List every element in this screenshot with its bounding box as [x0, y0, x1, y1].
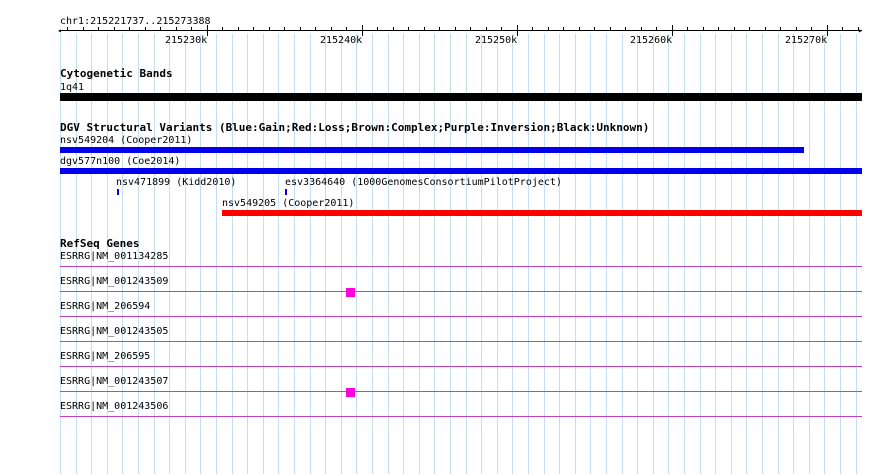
- variant-bar-loss[interactable]: [222, 210, 862, 216]
- ruler-minor-tick: [548, 27, 549, 31]
- gene-model[interactable]: [60, 266, 862, 267]
- ruler-minor-tick: [315, 27, 316, 31]
- track-title-refseq: RefSeq Genes: [60, 237, 140, 250]
- ruler-minor-tick: [625, 27, 626, 31]
- gene-label: ESRRG|NM_001243505: [60, 326, 169, 337]
- gene-label: ESRRG|NM_001243509: [60, 276, 169, 287]
- location-label: chr1:215221737..215273388: [60, 16, 211, 27]
- variant-bar-gain[interactable]: [60, 168, 862, 174]
- ruler-minor-tick: [501, 27, 502, 31]
- gene-exon[interactable]: [346, 288, 355, 297]
- ruler-minor-tick: [300, 27, 301, 31]
- ruler-minor-tick: [377, 27, 378, 31]
- ruler-minor-tick: [424, 27, 425, 31]
- ruler-minor-tick: [563, 27, 564, 31]
- ruler-minor-tick: [703, 27, 704, 31]
- variant-bar-gain[interactable]: [117, 189, 119, 195]
- ruler-minor-tick: [160, 27, 161, 31]
- track-title-dgv: DGV Structural Variants (Blue:Gain;Red:L…: [60, 121, 650, 134]
- cytoband-label: 1q41: [60, 82, 85, 93]
- ruler-minor-tick: [346, 27, 347, 31]
- ruler-minor-tick: [718, 27, 719, 31]
- ruler-minor-tick: [687, 27, 688, 31]
- gene-model[interactable]: [60, 416, 862, 417]
- variant-bar-gain[interactable]: [285, 189, 287, 195]
- ruler-minor-tick: [207, 27, 208, 31]
- ruler-minor-tick: [114, 27, 115, 31]
- ruler-minor-tick: [796, 27, 797, 31]
- ruler-tick-label: 215240k: [320, 35, 363, 46]
- track-title-cytoband: Cytogenetic Bands: [60, 67, 173, 80]
- variant-label: nsv549204 (Cooper2011): [60, 135, 193, 146]
- ruler-minor-tick: [98, 27, 99, 31]
- gene-model[interactable]: [60, 341, 862, 342]
- variant-label: nsv549205 (Cooper2011): [222, 198, 355, 209]
- gene-model[interactable]: [60, 366, 862, 367]
- ruler-minor-tick: [811, 27, 812, 31]
- ruler-minor-tick: [408, 27, 409, 31]
- ruler-minor-tick: [734, 27, 735, 31]
- variant-label: esv3364640 (1000GenomesConsortiumPilotPr…: [285, 177, 562, 188]
- variant-label: dgv577n100 (Coe2014): [60, 156, 181, 167]
- ruler-minor-tick: [455, 27, 456, 31]
- ruler-minor-tick: [780, 27, 781, 31]
- ruler-minor-tick: [517, 27, 518, 31]
- ruler-minor-tick: [579, 27, 580, 31]
- ruler-minor-tick: [284, 27, 285, 31]
- ruler-minor-tick: [486, 27, 487, 31]
- ruler-minor-tick: [129, 27, 130, 31]
- ruler-tick-label: 215230k: [165, 35, 208, 46]
- gene-model[interactable]: [60, 291, 862, 292]
- ruler-minor-tick: [842, 27, 843, 31]
- ruler-minor-tick: [858, 27, 859, 31]
- variant-bar-gain[interactable]: [60, 147, 804, 153]
- ruler-minor-tick: [67, 27, 68, 31]
- ruler-minor-tick: [238, 27, 239, 31]
- gene-exon[interactable]: [346, 388, 355, 397]
- ruler-minor-tick: [269, 27, 270, 31]
- ruler-minor-tick: [439, 27, 440, 31]
- ruler-tick-label: 215260k: [630, 35, 673, 46]
- gene-label: ESRRG|NM_206595: [60, 351, 151, 362]
- ruler-minor-tick: [83, 27, 84, 31]
- ruler-minor-tick: [176, 27, 177, 31]
- ruler-minor-tick: [827, 27, 828, 31]
- ruler-minor-tick: [253, 27, 254, 31]
- gene-model[interactable]: [60, 316, 862, 317]
- ruler-minor-tick: [331, 27, 332, 31]
- ruler-minor-tick: [765, 27, 766, 31]
- gene-label: ESRRG|NM_001243506: [60, 401, 169, 412]
- ruler-minor-tick: [532, 27, 533, 31]
- variant-label: nsv471899 (Kidd2010): [116, 177, 237, 188]
- ruler-minor-tick: [749, 27, 750, 31]
- genome-browser-view: chr1:215221737..215273388 ◂ ▸ 215230k 215…: [0, 0, 890, 474]
- ruler-minor-tick: [610, 27, 611, 31]
- ruler-tick-label: 215250k: [475, 35, 518, 46]
- gene-label: ESRRG|NM_001243507: [60, 376, 169, 387]
- ruler-tick-label: 215270k: [785, 35, 828, 46]
- gene-label: ESRRG|NM_001134285: [60, 251, 169, 262]
- ruler-minor-tick: [641, 27, 642, 31]
- ruler-minor-tick: [222, 27, 223, 31]
- ruler-left-arrow-icon: ◂: [57, 26, 62, 35]
- ruler-minor-tick: [362, 27, 363, 31]
- ruler-minor-tick: [470, 27, 471, 31]
- ruler-minor-tick: [672, 27, 673, 31]
- gene-model[interactable]: [60, 391, 862, 392]
- ruler-minor-tick: [191, 27, 192, 31]
- gene-label: ESRRG|NM_206594: [60, 301, 151, 312]
- ruler-axis[interactable]: [60, 30, 862, 31]
- ruler-minor-tick: [594, 27, 595, 31]
- ruler-minor-tick: [656, 27, 657, 31]
- ruler-minor-tick: [393, 27, 394, 31]
- ruler-minor-tick: [145, 27, 146, 31]
- cytoband-bar[interactable]: [60, 93, 862, 101]
